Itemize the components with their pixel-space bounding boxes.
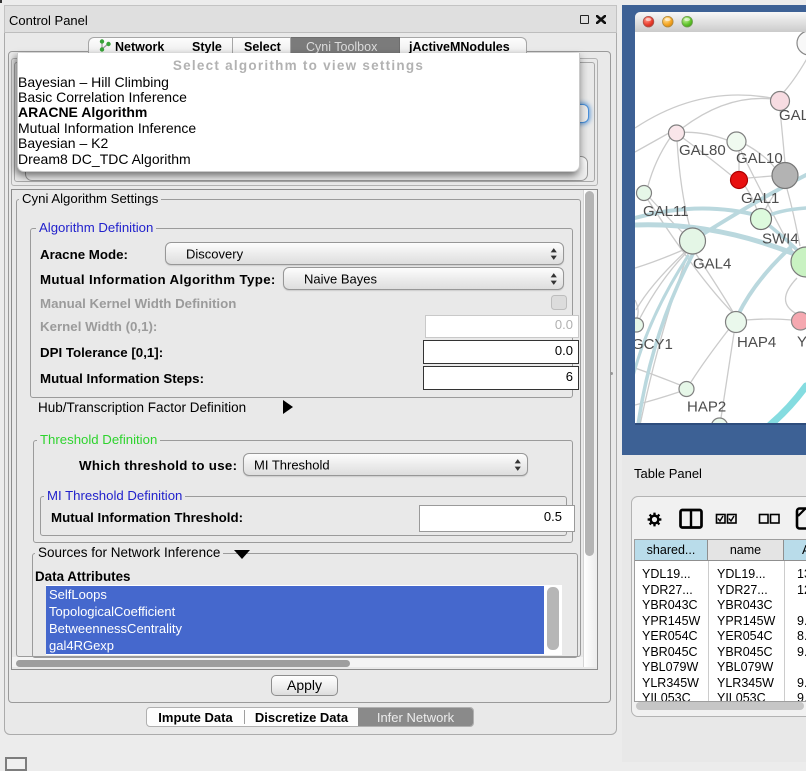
svg-text:GAL7: GAL7 [779,107,806,124]
svg-text:GAL1: GAL1 [741,190,779,207]
svg-text:Y: Y [797,334,806,351]
svg-text:GAL10: GAL10 [736,150,783,167]
svg-text:GCY1: GCY1 [635,336,673,353]
svg-text:GAL4: GAL4 [693,256,731,273]
svg-text:SWI4: SWI4 [762,231,799,248]
svg-text:GAL80: GAL80 [679,142,726,159]
svg-text:GAL11: GAL11 [643,203,689,220]
svg-text:HAP2: HAP2 [687,399,726,416]
svg-text:HAP4: HAP4 [737,334,776,351]
